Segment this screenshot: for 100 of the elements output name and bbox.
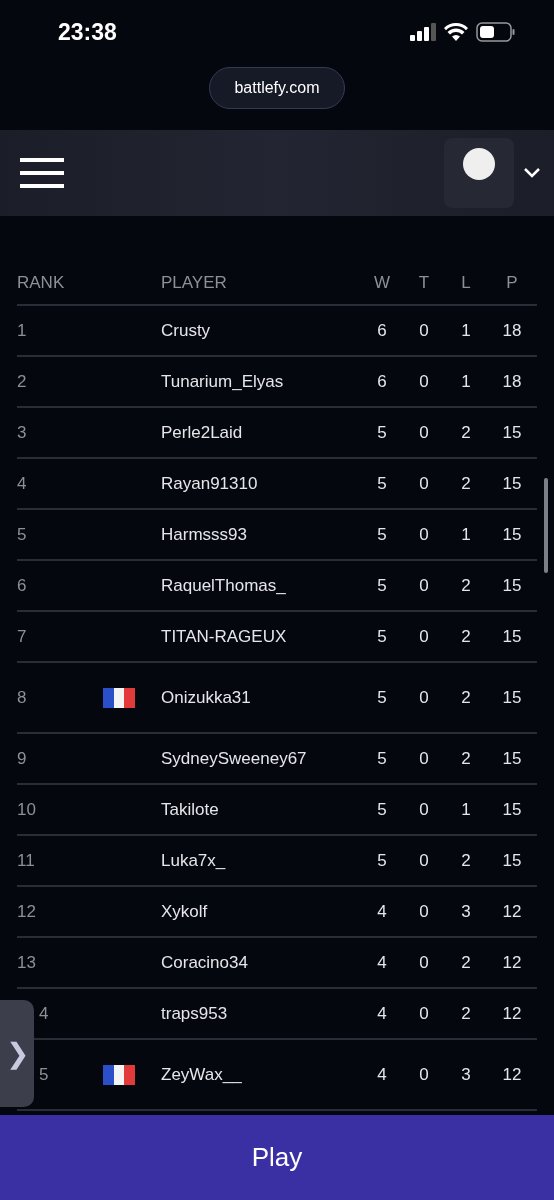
player-name: Tunarium_Elyas [161, 371, 284, 391]
table-cell: 12 [502, 901, 522, 921]
player-name: Onizukka31 [161, 687, 251, 707]
table-cell: 2 [461, 422, 471, 442]
column-header: W [373, 273, 390, 292]
table-cell: 1 [461, 320, 471, 340]
table-cell: 3 [461, 901, 471, 921]
column-header: PLAYER [161, 273, 227, 292]
table-cell: 5 [377, 473, 387, 493]
table-cell: 2 [461, 687, 471, 707]
player-name: traps953 [161, 1003, 228, 1023]
table-cell: 0 [419, 1064, 429, 1084]
player-name: Xykolf [161, 901, 208, 921]
table-cell: 15 [502, 799, 522, 819]
table-cell: 0 [419, 687, 429, 707]
table-cell: 18 [502, 371, 522, 391]
player-name: Perle2Laid [161, 422, 243, 442]
table-cell: 15 [502, 524, 522, 544]
player-name: SydneySweeney67 [161, 748, 307, 768]
table-cell: 0 [419, 850, 429, 870]
table-cell: 4 [377, 901, 387, 921]
table-cell: 0 [419, 626, 429, 646]
table-cell: 0 [419, 320, 429, 340]
table-cell: 5 [377, 626, 387, 646]
table-cell: 1 [461, 371, 471, 391]
rank-cell: 1 [17, 320, 27, 340]
rank-cell: 6 [17, 575, 27, 595]
table-cell: 0 [419, 524, 429, 544]
table-cell: 4 [377, 1003, 387, 1023]
avatar-icon [463, 148, 495, 180]
chevron-down-icon[interactable] [524, 168, 540, 178]
rank-cell: 8 [17, 687, 27, 707]
rank-cell: 4 [39, 1003, 49, 1023]
table-cell: 0 [419, 575, 429, 595]
table-cell: 0 [419, 799, 429, 819]
table-cell: 4 [377, 1064, 387, 1084]
table-cell: 15 [502, 748, 522, 768]
table-cell: 6 [377, 371, 387, 391]
rank-cell: 10 [17, 799, 36, 819]
player-name: Luka7x_ [161, 850, 226, 870]
player-name: Coracino34 [161, 952, 248, 972]
clock-time: 23:38 [58, 18, 117, 46]
table-cell: 15 [502, 575, 522, 595]
table-cell: 15 [502, 422, 522, 442]
table-cell: 3 [461, 1064, 471, 1084]
table-cell: 15 [502, 473, 522, 493]
table-cell: 2 [461, 473, 471, 493]
player-name: ZeyWax__ [161, 1064, 242, 1084]
table-cell: 5 [377, 575, 387, 595]
table-cell: 0 [419, 422, 429, 442]
avatar[interactable] [444, 138, 514, 208]
table-cell: 2 [461, 626, 471, 646]
rank-cell: 3 [17, 422, 27, 442]
table-cell: 0 [419, 952, 429, 972]
player-name: Crusty [161, 320, 211, 340]
column-header: L [461, 273, 471, 292]
rank-cell: 11 [17, 850, 35, 870]
table-cell: 2 [461, 575, 471, 595]
column-header: P [506, 273, 518, 292]
player-name: Takilote [161, 799, 219, 819]
table-cell: 15 [502, 687, 522, 707]
rank-cell: 5 [17, 524, 27, 544]
play-button[interactable]: Play [0, 1115, 554, 1200]
table-cell: 5 [377, 422, 387, 442]
table-cell: 1 [461, 799, 471, 819]
address-bar[interactable]: battlefy.com [209, 67, 345, 109]
table-cell: 2 [461, 850, 471, 870]
table-cell: 5 [377, 748, 387, 768]
rank-cell: 9 [17, 748, 27, 768]
player-name: Harmsss93 [161, 524, 247, 544]
player-name: Rayan91310 [161, 473, 258, 493]
table-cell: 6 [377, 320, 387, 340]
table-cell: 5 [377, 799, 387, 819]
table-cell: 0 [419, 473, 429, 493]
table-cell: 2 [461, 952, 471, 972]
table-cell: 1 [461, 524, 471, 544]
column-header: RANK [17, 273, 65, 292]
signal-icon [410, 23, 436, 41]
wifi-icon [444, 23, 468, 41]
rank-cell: 7 [17, 626, 27, 646]
table-cell: 12 [502, 1064, 522, 1084]
battery-icon [476, 22, 516, 42]
table-cell: 2 [461, 1003, 471, 1023]
table-cell: 5 [377, 687, 387, 707]
table-cell: 5 [377, 850, 387, 870]
table-cell: 0 [419, 1003, 429, 1023]
player-name: TITAN-RAGEUX [161, 626, 287, 646]
rank-cell: 4 [17, 473, 27, 493]
side-tab[interactable]: ❯ [0, 1000, 34, 1107]
table-cell: 12 [502, 1003, 522, 1023]
column-header: T [418, 273, 430, 292]
table-cell: 0 [419, 371, 429, 391]
table-cell: 0 [419, 901, 429, 921]
rank-cell: 13 [17, 952, 36, 972]
rank-cell: 5 [39, 1064, 49, 1084]
table-cell: 15 [502, 626, 522, 646]
table-cell: 12 [502, 952, 522, 972]
table-cell: 0 [419, 748, 429, 768]
rank-cell: 12 [17, 901, 36, 921]
menu-icon[interactable] [20, 158, 64, 188]
